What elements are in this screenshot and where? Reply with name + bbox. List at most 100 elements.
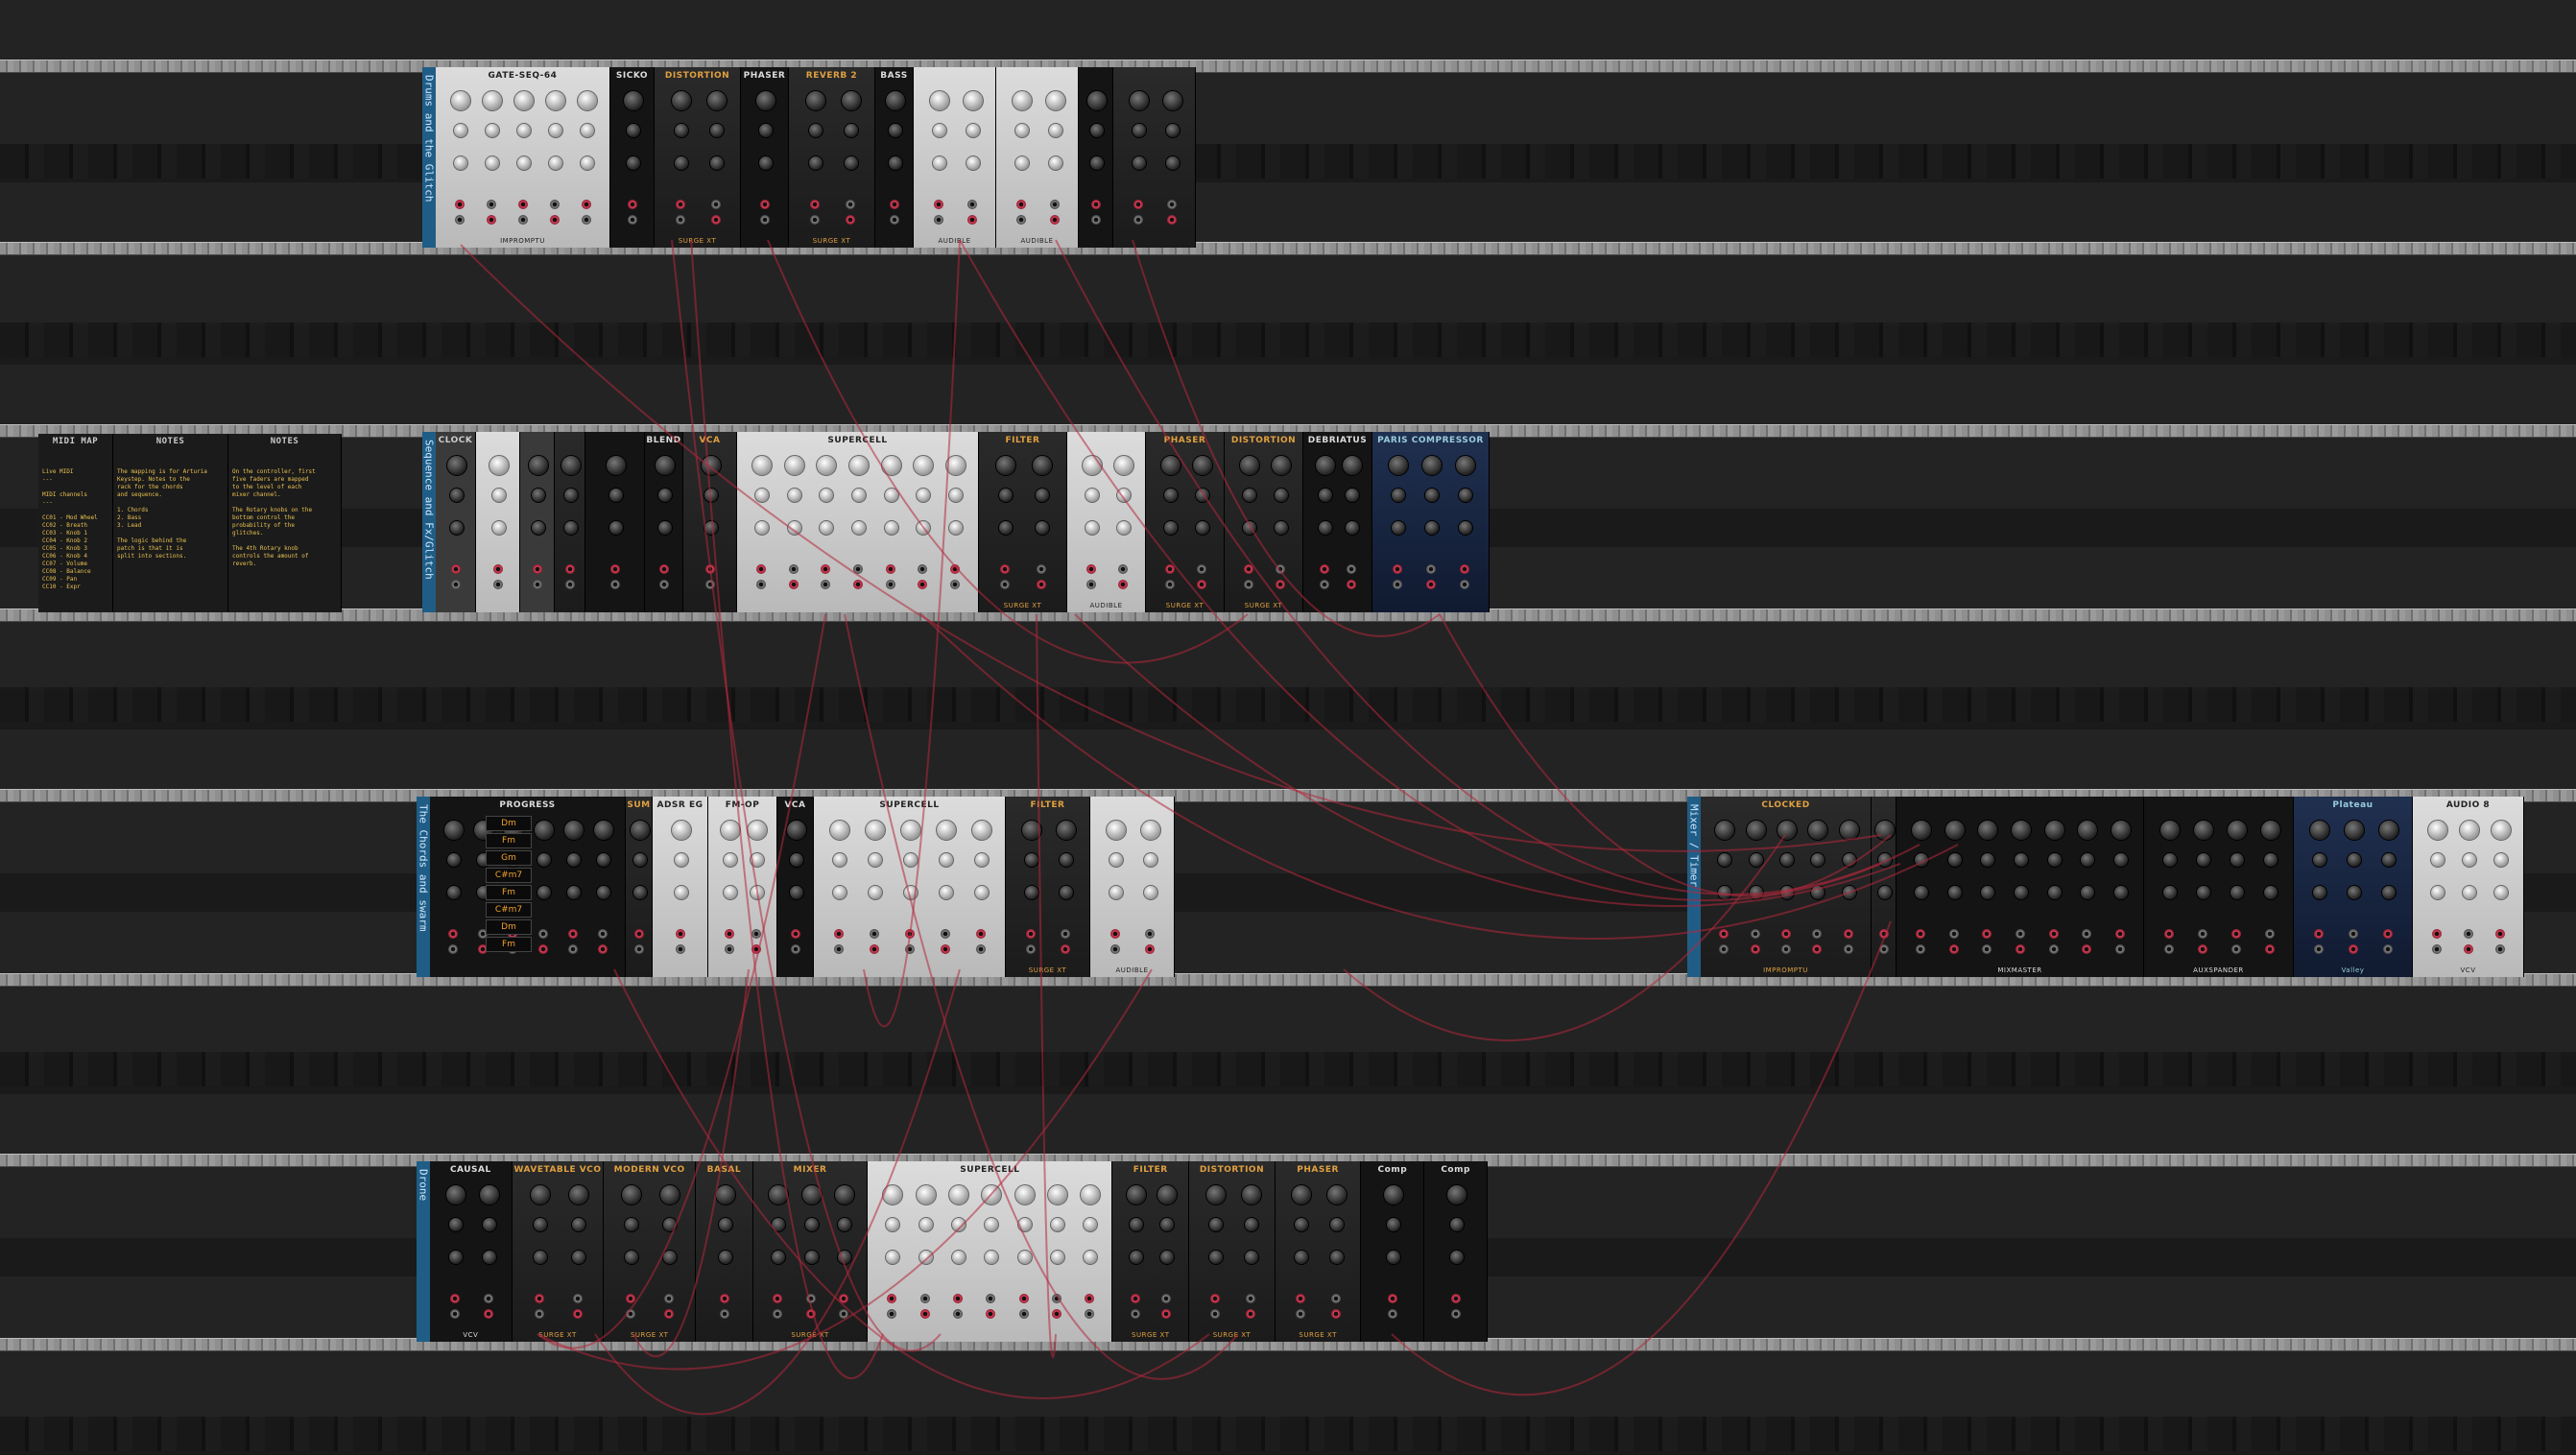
module-sicko[interactable]: SICKO [610, 67, 655, 248]
knob[interactable] [1779, 885, 1795, 900]
knob[interactable] [1387, 455, 1409, 476]
knob[interactable] [449, 520, 465, 536]
jack[interactable] [2464, 929, 2473, 939]
jack[interactable] [809, 200, 820, 209]
knob[interactable] [1140, 820, 1161, 841]
knob[interactable] [1241, 520, 1257, 536]
knob[interactable] [819, 488, 835, 503]
knob[interactable] [708, 155, 725, 171]
module-unnamed[interactable] [585, 432, 645, 612]
knob[interactable] [800, 1184, 823, 1205]
knob[interactable] [1944, 820, 1966, 841]
knob[interactable] [1424, 520, 1440, 536]
knob[interactable] [1294, 1217, 1310, 1232]
jack[interactable] [918, 564, 928, 574]
module-unnamed[interactable] [1872, 797, 1896, 977]
knob[interactable] [563, 520, 579, 536]
knob[interactable] [516, 155, 532, 171]
knob[interactable] [1014, 1184, 1036, 1205]
knob[interactable] [1294, 1250, 1310, 1265]
knob[interactable] [1240, 1184, 1262, 1205]
knob[interactable] [570, 1250, 586, 1265]
knob[interactable] [670, 90, 692, 111]
knob[interactable] [1345, 520, 1360, 536]
knob[interactable] [1714, 820, 1736, 841]
knob[interactable] [659, 1184, 681, 1205]
knob[interactable] [783, 455, 805, 476]
knob[interactable] [1977, 820, 1999, 841]
knob[interactable] [444, 1184, 466, 1205]
knob[interactable] [449, 90, 471, 111]
knob[interactable] [1109, 885, 1124, 900]
knob[interactable] [723, 885, 738, 900]
knob[interactable] [1112, 455, 1134, 476]
knob[interactable] [447, 1250, 464, 1265]
knob[interactable] [2378, 820, 2399, 841]
knob[interactable] [632, 852, 648, 868]
knob[interactable] [804, 90, 826, 111]
knob[interactable] [1143, 852, 1158, 868]
knob[interactable] [1318, 520, 1333, 536]
knob[interactable] [832, 852, 848, 868]
jack[interactable] [751, 944, 761, 954]
knob[interactable] [1164, 155, 1181, 171]
module-phaser[interactable]: PHASER SURGE XT [1146, 432, 1225, 612]
knob[interactable] [786, 520, 802, 536]
jack[interactable] [791, 944, 800, 954]
jack[interactable] [1245, 1294, 1255, 1303]
knob[interactable] [657, 520, 673, 536]
jack[interactable] [1015, 215, 1026, 225]
jack[interactable] [853, 564, 863, 574]
knob[interactable] [984, 1250, 1000, 1265]
module-supercell[interactable]: SUPERCELL [737, 432, 979, 612]
jack[interactable] [486, 200, 496, 209]
module-unnamed[interactable]: AUDIBLE [1067, 432, 1146, 612]
jack[interactable] [839, 1309, 849, 1319]
knob[interactable] [965, 155, 981, 171]
knob[interactable] [624, 1217, 640, 1232]
module-supercell[interactable]: SUPERCELL [868, 1161, 1113, 1342]
knob[interactable] [1131, 155, 1147, 171]
knob[interactable] [928, 90, 950, 111]
knob[interactable] [516, 123, 532, 138]
knob[interactable] [868, 885, 884, 900]
module-bass[interactable]: BASS [875, 67, 914, 248]
knob[interactable] [1458, 488, 1474, 503]
knob[interactable] [2262, 885, 2278, 900]
module-vca[interactable]: VCA [777, 797, 814, 977]
knob[interactable] [970, 820, 992, 841]
knob[interactable] [2046, 885, 2063, 900]
knob[interactable] [865, 820, 887, 841]
knob[interactable] [606, 455, 627, 476]
jack[interactable] [773, 1294, 783, 1303]
jack[interactable] [933, 215, 943, 225]
jack[interactable] [905, 944, 915, 954]
jack[interactable] [1164, 564, 1175, 574]
jack[interactable] [1051, 1294, 1061, 1303]
knob[interactable] [2462, 852, 2477, 868]
knob[interactable] [1044, 90, 1066, 111]
jack[interactable] [953, 1294, 964, 1303]
knob[interactable] [673, 155, 689, 171]
module-unnamed[interactable]: AUDIBLE [1090, 797, 1175, 977]
jack[interactable] [1131, 1309, 1141, 1319]
knob[interactable] [2080, 852, 2096, 868]
knob[interactable] [938, 885, 954, 900]
module-debriatus[interactable]: DEBRIATUS [1303, 432, 1372, 612]
knob[interactable] [1424, 488, 1440, 503]
knob[interactable] [1345, 488, 1360, 503]
knob[interactable] [840, 90, 862, 111]
jack[interactable] [2048, 944, 2059, 954]
knob[interactable] [938, 852, 954, 868]
jack[interactable] [805, 1309, 816, 1319]
knob[interactable] [880, 455, 902, 476]
knob[interactable] [563, 488, 579, 503]
knob[interactable] [1083, 1217, 1099, 1232]
module-unnamed[interactable]: AUDIBLE [996, 67, 1079, 248]
jack[interactable] [1037, 564, 1046, 574]
module-adsr-eg[interactable]: ADSR EG [653, 797, 708, 977]
knob[interactable] [1159, 455, 1181, 476]
knob[interactable] [561, 455, 582, 476]
jack[interactable] [454, 215, 465, 225]
knob[interactable] [673, 123, 689, 138]
